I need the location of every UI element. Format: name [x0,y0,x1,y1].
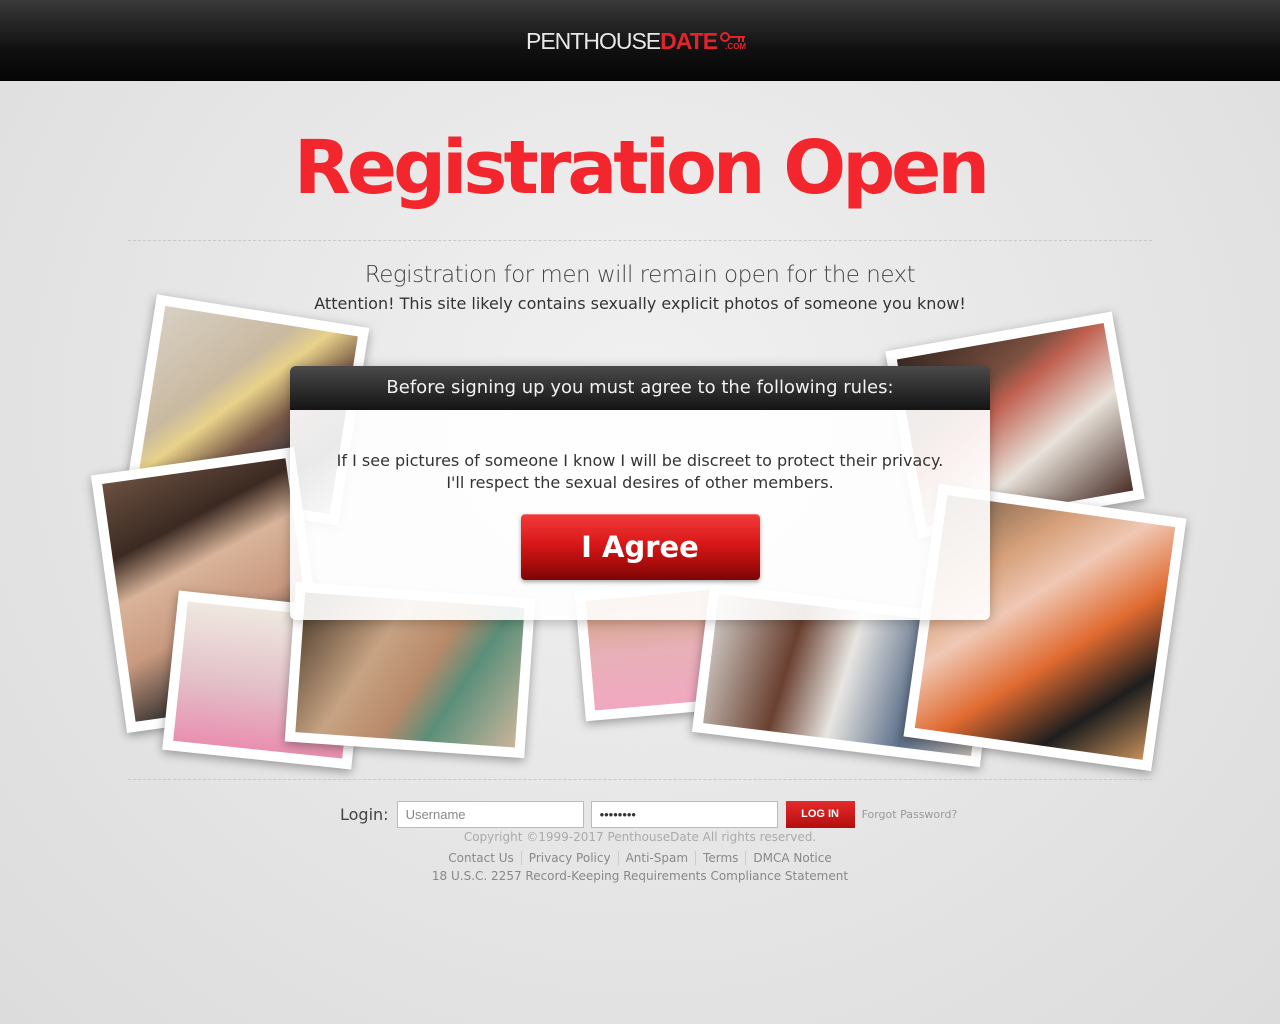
login-form: Login: LOG IN Forgot Password? [340,800,957,828]
divider-bottom [128,779,1152,780]
modal-title: Before signing up you must agree to the … [290,366,990,410]
key-icon: .COM [720,31,746,51]
page-headline: Registration Open [293,125,990,211]
footer-link-terms[interactable]: Terms [696,851,747,865]
divider-top [128,240,1152,241]
footer-link-contact[interactable]: Contact Us [441,851,522,865]
footer-link-dmca[interactable]: DMCA Notice [746,851,838,865]
logo-text-accent: DATE [660,27,718,54]
modal-body: If I see pictures of someone I know I wi… [290,410,990,620]
rules-modal: Before signing up you must agree to the … [290,366,990,620]
logo-text-suffix: .COM [725,42,747,51]
registration-subheadline: Registration for men will remain open fo… [364,262,916,288]
copyright-text: Copyright ©1999-2017 PenthouseDate All r… [463,830,817,844]
top-header-bar: PENTHOUSE DATE .COM [0,0,1280,81]
footer-links: Contact Us Privacy Policy Anti-Spam Terms DM… [0,851,1280,865]
login-button[interactable]: LOG IN [785,800,855,828]
agree-button[interactable]: I Agree [520,514,760,580]
footer-link-anti-spam[interactable]: Anti-Spam [618,851,697,865]
logo-text-main: PENTHOUSE [526,27,661,54]
password-input[interactable] [590,800,778,828]
compliance-statement: 18 U.S.C. 2257 Record-Keeping Requiremen… [0,869,1280,883]
username-input[interactable] [396,800,584,828]
compliance-link[interactable]: 18 U.S.C. 2257 Record-Keeping Requiremen… [432,869,848,883]
rule-item: I'll respect the sexual desires of other… [446,473,834,492]
rule-item: If I see pictures of someone I know I wi… [336,451,944,470]
forgot-password-link[interactable]: Forgot Password? [862,808,958,821]
site-logo[interactable]: PENTHOUSE DATE .COM [526,28,746,54]
login-label: Login: [340,804,389,824]
footer-link-privacy[interactable]: Privacy Policy [521,851,619,865]
